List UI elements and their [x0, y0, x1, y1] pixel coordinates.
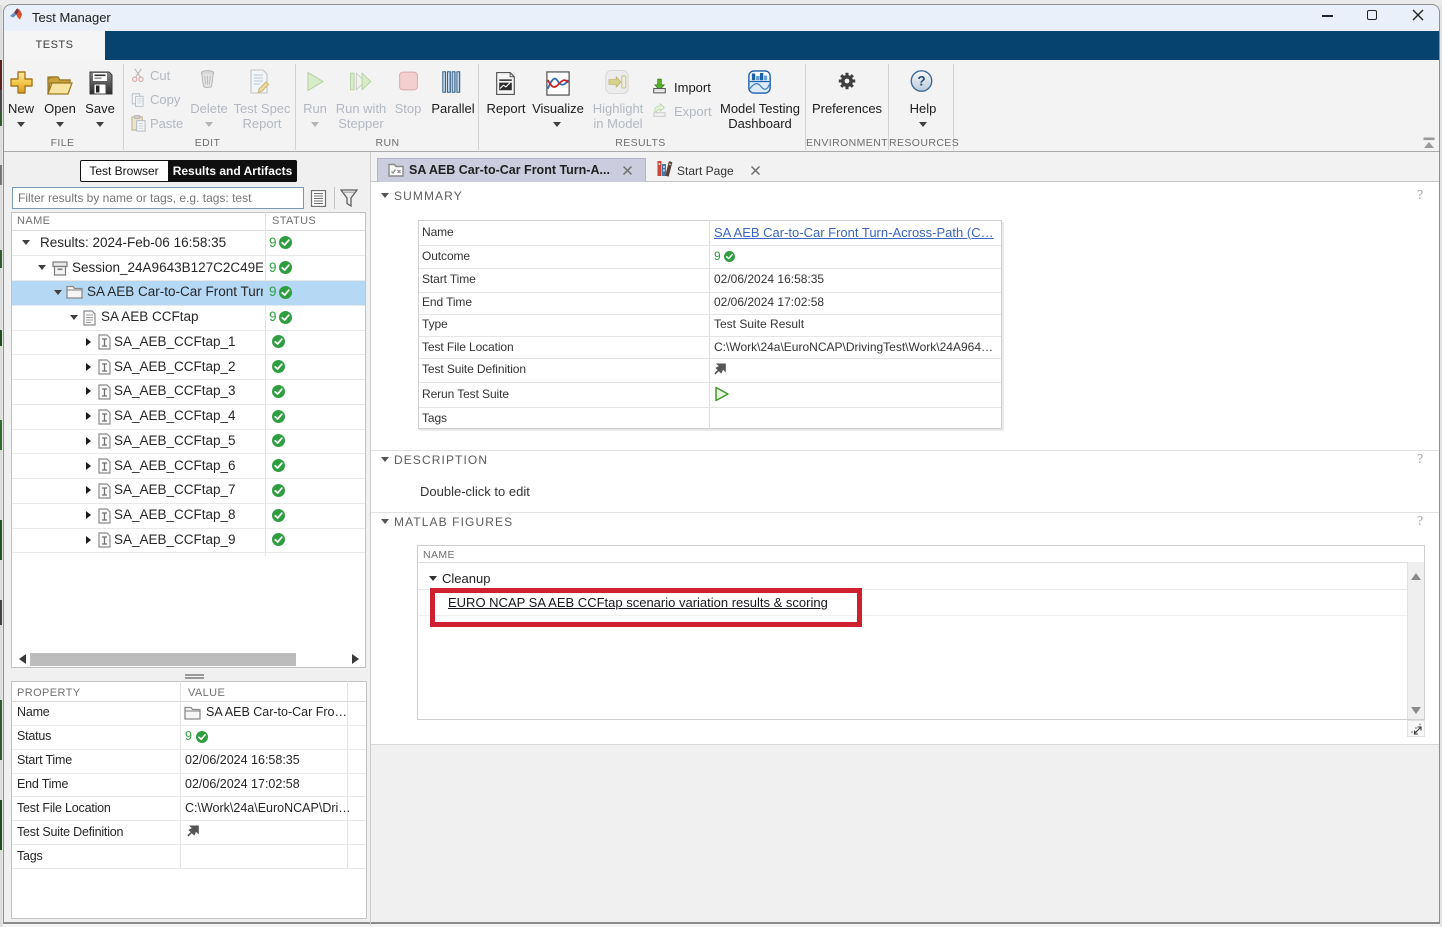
svg-text:?: ?: [917, 74, 925, 89]
